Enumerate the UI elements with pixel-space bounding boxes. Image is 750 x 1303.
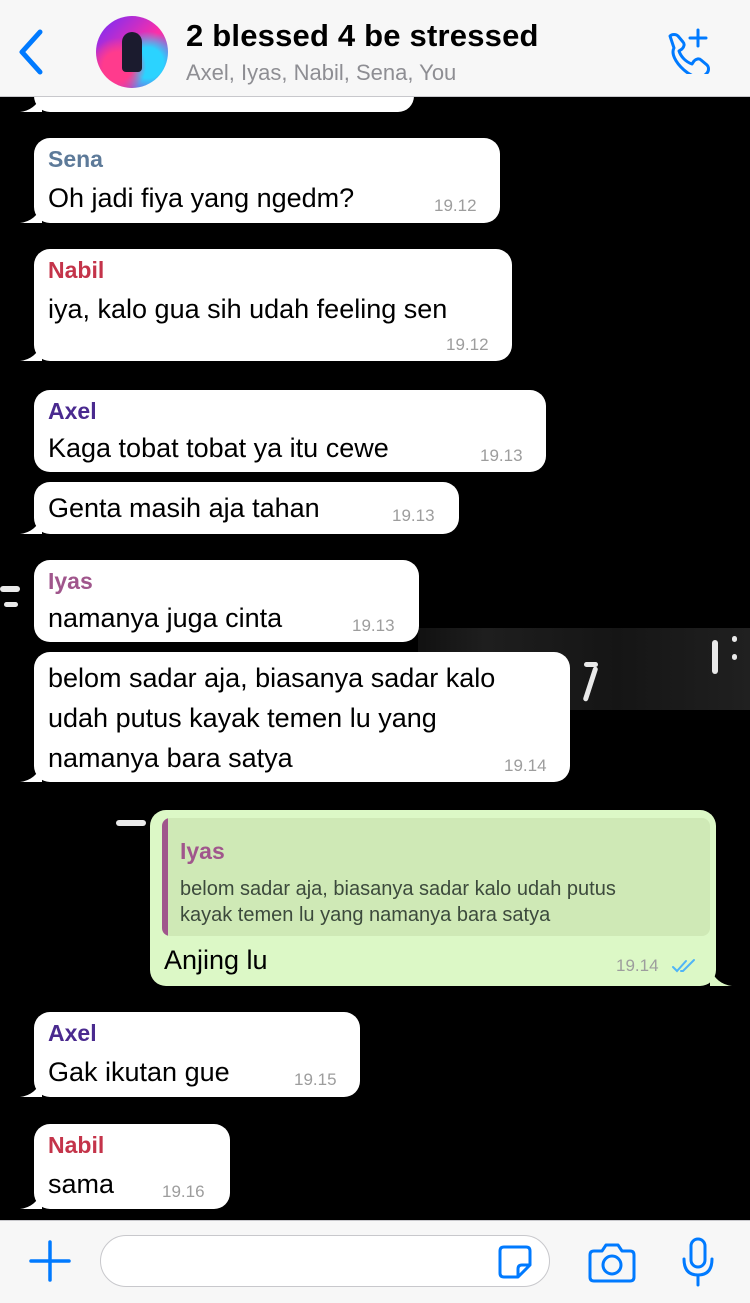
wallpaper-mark: [116, 820, 146, 826]
message-bubble[interactable]: Sena Oh jadi fiya yang ngedm? 19.12: [20, 138, 500, 223]
message-text-line: namanya bara satya: [48, 743, 293, 773]
message-bubble[interactable]: Genta masih aja tahan 19.13: [20, 482, 459, 534]
camera-icon[interactable]: [588, 1241, 636, 1283]
message-time: 19.13: [352, 616, 395, 635]
message-input[interactable]: [100, 1235, 550, 1287]
chat-participants[interactable]: Axel, Iyas, Nabil, Sena, You: [186, 60, 456, 86]
chevron-left-icon[interactable]: [14, 26, 50, 78]
quoted-text-line: kayak temen lu yang namanya bara satya: [180, 904, 551, 926]
message-time: 19.14: [616, 956, 659, 975]
message-bubble[interactable]: belom sadar aja, biasanya sadar kalo uda…: [20, 652, 570, 782]
message-time: 19.13: [480, 446, 523, 465]
message-time: 19.15: [294, 1070, 337, 1089]
plus-icon[interactable]: [28, 1239, 72, 1283]
message-bubble[interactable]: Nabil iya, kalo gua sih udah feeling sen…: [20, 249, 512, 361]
message-text-line: belom sadar aja, biasanya sadar kalo: [48, 663, 496, 693]
sticker-icon[interactable]: [496, 1243, 534, 1281]
chat-title[interactable]: 2 blessed 4 be stressed: [186, 18, 539, 54]
message-sender[interactable]: Sena: [48, 146, 103, 173]
message-sender[interactable]: Nabil: [48, 1132, 104, 1159]
quoted-text-line: belom sadar aja, biasanya sadar kalo uda…: [180, 878, 616, 900]
message-bubble[interactable]: Nabil sama 19.16: [20, 1124, 230, 1209]
message-text: sama: [48, 1169, 115, 1199]
message-text: Oh jadi fiya yang ngedm?: [48, 183, 355, 213]
message-input-bar: [0, 1220, 750, 1303]
wallpaper-mark: [732, 654, 737, 660]
quoted-sender: Iyas: [180, 838, 225, 864]
message-sender[interactable]: Axel: [48, 398, 97, 425]
message-text: Gak ikutan gue: [48, 1057, 230, 1087]
message-sender[interactable]: Iyas: [48, 568, 93, 595]
add-call-icon[interactable]: [662, 28, 712, 74]
message-bubble[interactable]: Iyas namanya juga cinta 19.13: [34, 560, 419, 642]
message-sender[interactable]: Nabil: [48, 257, 104, 284]
chat-header: 2 blessed 4 be stressed Axel, Iyas, Nabi…: [0, 0, 750, 97]
message-time: 19.14: [504, 756, 547, 775]
quoted-message[interactable]: Iyas belom sadar aja, biasanya sadar kal…: [162, 818, 710, 936]
message-text: Kaga tobat tobat ya itu cewe: [48, 433, 389, 463]
message-sender[interactable]: Axel: [48, 1020, 97, 1047]
message-bubble-outgoing[interactable]: Iyas belom sadar aja, biasanya sadar kal…: [150, 810, 732, 986]
wallpaper-mark: [732, 636, 737, 642]
message-text: Anjing lu: [164, 945, 268, 975]
double-check-icon: [672, 959, 695, 973]
message-time: 19.12: [434, 196, 477, 215]
wallpaper-mark: [712, 640, 718, 674]
message-text: Genta masih aja tahan: [48, 493, 320, 523]
message-time: 19.13: [392, 506, 435, 525]
message-bubble[interactable]: Axel Gak ikutan gue 19.15: [20, 1012, 360, 1097]
message-bubble-partial[interactable]: [20, 96, 414, 112]
message-bubble[interactable]: Axel Kaga tobat tobat ya itu cewe 19.13: [34, 390, 546, 472]
message-list[interactable]: Sena Oh jadi fiya yang ngedm? 19.12 Nabi…: [0, 96, 750, 1220]
quote-bar: [162, 818, 168, 936]
wallpaper-mark: [0, 586, 20, 592]
message-text-line: udah putus kayak temen lu yang: [48, 703, 437, 733]
message-time: 19.16: [162, 1182, 205, 1201]
message-text: iya, kalo gua sih udah feeling sen: [48, 294, 448, 324]
message-text: namanya juga cinta: [48, 603, 283, 633]
microphone-icon[interactable]: [680, 1237, 716, 1289]
group-avatar[interactable]: [96, 16, 168, 88]
wallpaper-mark: [4, 602, 18, 607]
quoted-text: belom sadar aja, biasanya sadar kalo uda…: [180, 876, 700, 928]
message-time: 19.12: [446, 335, 489, 354]
